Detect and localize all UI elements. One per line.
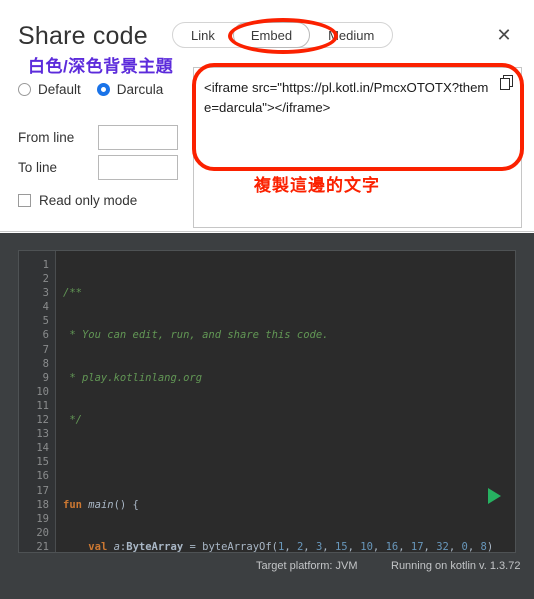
line-number: 10 bbox=[36, 385, 49, 398]
share-code-panel: Share code Link Embed Medium ✕ 白色/深色背景主題… bbox=[0, 0, 534, 232]
embed-code-textarea[interactable]: <iframe src="https://pl.kotl.in/PmcxOTOT… bbox=[193, 67, 522, 228]
read-only-label: Read only mode bbox=[39, 193, 138, 208]
tab-medium[interactable]: Medium bbox=[310, 22, 392, 48]
code-line: fun main() { bbox=[63, 498, 139, 511]
code-line: /** bbox=[63, 287, 82, 300]
line-number: 15 bbox=[36, 456, 49, 469]
line-number: 3 bbox=[42, 287, 49, 300]
to-line-row: To line bbox=[18, 155, 178, 180]
from-line-input[interactable] bbox=[98, 125, 178, 150]
play-icon[interactable] bbox=[488, 488, 501, 504]
target-platform-label: Target platform: JVM bbox=[256, 560, 358, 572]
radio-default-label: Default bbox=[38, 82, 81, 97]
line-number-gutter: 1 2 3 4 5 6 7 8 9 10 11 12 13 14 15 16 1… bbox=[19, 251, 56, 552]
line-number: 7 bbox=[42, 343, 49, 356]
kotlin-playground-share-screen: Share code Link Embed Medium ✕ 白色/深色背景主題… bbox=[0, 0, 534, 599]
code-line: * You can edit, run, and share this code… bbox=[63, 329, 329, 342]
line-number: 6 bbox=[42, 329, 49, 342]
code-line: val a:ByteArray = byteArrayOf(1, 2, 3, 1… bbox=[88, 540, 494, 553]
line-number: 12 bbox=[36, 414, 49, 427]
read-only-mode-row[interactable]: Read only mode bbox=[18, 193, 137, 208]
from-line-row: From line bbox=[18, 125, 178, 150]
share-tab-group: Link Embed Medium bbox=[172, 22, 394, 48]
code-editor[interactable]: 1 2 3 4 5 6 7 8 9 10 11 12 13 14 15 16 1… bbox=[18, 250, 516, 553]
copy-icon-front bbox=[500, 78, 510, 90]
embed-code-text: <iframe src="https://pl.kotl.in/PmcxOTOT… bbox=[204, 80, 489, 115]
annotation-copy-text: 複製這邊的文字 bbox=[254, 176, 380, 195]
theme-radio-group: Default Darcula bbox=[18, 82, 179, 97]
line-number: 18 bbox=[36, 498, 49, 511]
line-number: 13 bbox=[36, 428, 49, 441]
line-number: 5 bbox=[42, 315, 49, 328]
tab-link[interactable]: Link bbox=[173, 22, 233, 48]
line-number: 2 bbox=[42, 273, 49, 286]
to-line-label: To line bbox=[18, 160, 58, 175]
radio-default[interactable] bbox=[18, 83, 31, 96]
line-number: 17 bbox=[36, 484, 49, 497]
kotlin-version-label: Running on kotlin v. 1.3.72 bbox=[391, 560, 521, 572]
line-number: 20 bbox=[36, 526, 49, 539]
status-bar: Target platform: JVM Running on kotlin v… bbox=[0, 560, 534, 584]
tab-embed[interactable]: Embed bbox=[232, 22, 311, 48]
copy-icon[interactable] bbox=[500, 75, 515, 91]
close-icon[interactable]: ✕ bbox=[494, 26, 514, 46]
line-number: 21 bbox=[36, 540, 49, 553]
to-line-input[interactable] bbox=[98, 155, 178, 180]
code-editor-panel: 1 2 3 4 5 6 7 8 9 10 11 12 13 14 15 16 1… bbox=[0, 233, 534, 599]
code-line: * play.kotlinlang.org bbox=[63, 371, 203, 384]
line-number: 16 bbox=[36, 470, 49, 483]
line-number: 19 bbox=[36, 512, 49, 525]
theme-section-heading: 白色/深色背景主題 bbox=[28, 57, 174, 76]
line-number: 9 bbox=[42, 371, 49, 384]
radio-darcula[interactable] bbox=[96, 83, 110, 96]
code-line: */ bbox=[63, 414, 82, 427]
line-number: 8 bbox=[42, 357, 49, 370]
from-line-label: From line bbox=[18, 130, 75, 145]
page-title: Share code bbox=[18, 22, 148, 50]
line-number: 4 bbox=[42, 301, 49, 314]
line-number: 11 bbox=[36, 399, 49, 412]
line-number: 14 bbox=[36, 442, 49, 455]
read-only-checkbox[interactable] bbox=[18, 194, 31, 207]
code-content[interactable]: /** * You can edit, run, and share this … bbox=[63, 251, 515, 553]
radio-darcula-label: Darcula bbox=[116, 82, 164, 97]
line-number: 1 bbox=[42, 259, 49, 271]
